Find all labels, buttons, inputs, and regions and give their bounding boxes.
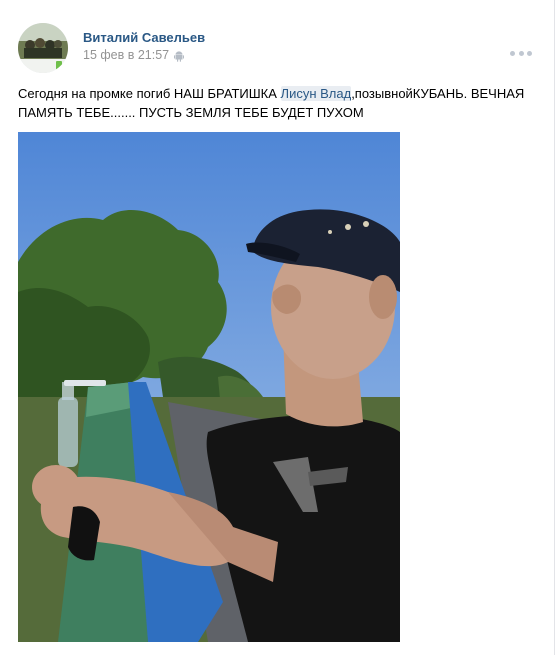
more-dots-icon[interactable] — [510, 48, 532, 58]
wall-post: Виталий Савельев 15 фев в 21:57 Сегодня … — [0, 0, 555, 655]
photo-image — [18, 132, 400, 642]
post-text-part-1: Сегодня на промке погиб НАШ БРАТИШКА — [18, 86, 281, 101]
android-icon — [174, 50, 185, 62]
author-avatar[interactable] — [18, 23, 68, 73]
post-date[interactable]: 15 фев в 21:57 — [83, 47, 169, 63]
post-meta: 15 фев в 21:57 — [83, 47, 185, 63]
author-name[interactable]: Виталий Савельев — [83, 30, 205, 46]
post-text: Сегодня на промке погиб НАШ БРАТИШКА Лис… — [18, 84, 538, 122]
avatar-image — [18, 23, 68, 73]
mention-link[interactable]: Лисун Влад — [280, 86, 352, 101]
post-photo[interactable] — [18, 132, 400, 642]
